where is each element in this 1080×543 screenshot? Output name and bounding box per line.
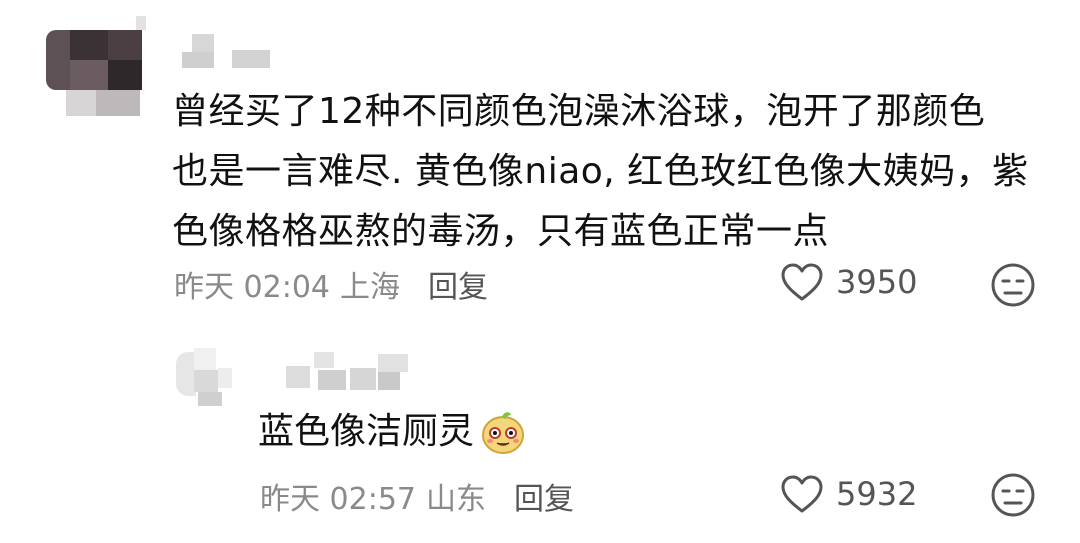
reply-like-button[interactable]: 5932 xyxy=(780,474,917,514)
meh-face-icon[interactable] xyxy=(990,472,1036,518)
like-button[interactable]: 3950 xyxy=(780,262,917,302)
username-redacted[interactable] xyxy=(182,34,272,70)
heart-icon xyxy=(781,263,823,301)
avatar[interactable] xyxy=(46,16,146,120)
meh-face-icon[interactable] xyxy=(990,262,1036,308)
reply-reply-button[interactable]: 回复 xyxy=(514,474,574,518)
reply-username-redacted[interactable] xyxy=(286,352,412,392)
reply-text-row: 蓝色像洁厕灵 xyxy=(258,404,526,460)
reply-time: 昨天 02:57 xyxy=(260,482,416,517)
comment-location: 上海 xyxy=(340,270,400,305)
reply-meta: 昨天 02:57 山东 回复 xyxy=(260,474,574,518)
comment-time: 昨天 02:04 xyxy=(174,270,330,305)
comment-meta: 昨天 02:04 上海 回复 xyxy=(174,262,488,306)
sweat-smile-emoji xyxy=(482,412,525,454)
reply-location: 山东 xyxy=(426,482,486,517)
comment-text: 曾经买了12种不同颜色泡澡沐浴球，泡开了那颜色 也是一言难尽. 黄色像niao,… xyxy=(172,91,1029,252)
like-count: 3950 xyxy=(836,263,918,301)
reply-avatar[interactable] xyxy=(172,342,234,408)
reply-like-count: 5932 xyxy=(836,475,918,513)
reply-button[interactable]: 回复 xyxy=(428,262,488,306)
reply-text: 蓝色像洁厕灵 xyxy=(258,411,475,452)
heart-icon xyxy=(781,475,823,513)
